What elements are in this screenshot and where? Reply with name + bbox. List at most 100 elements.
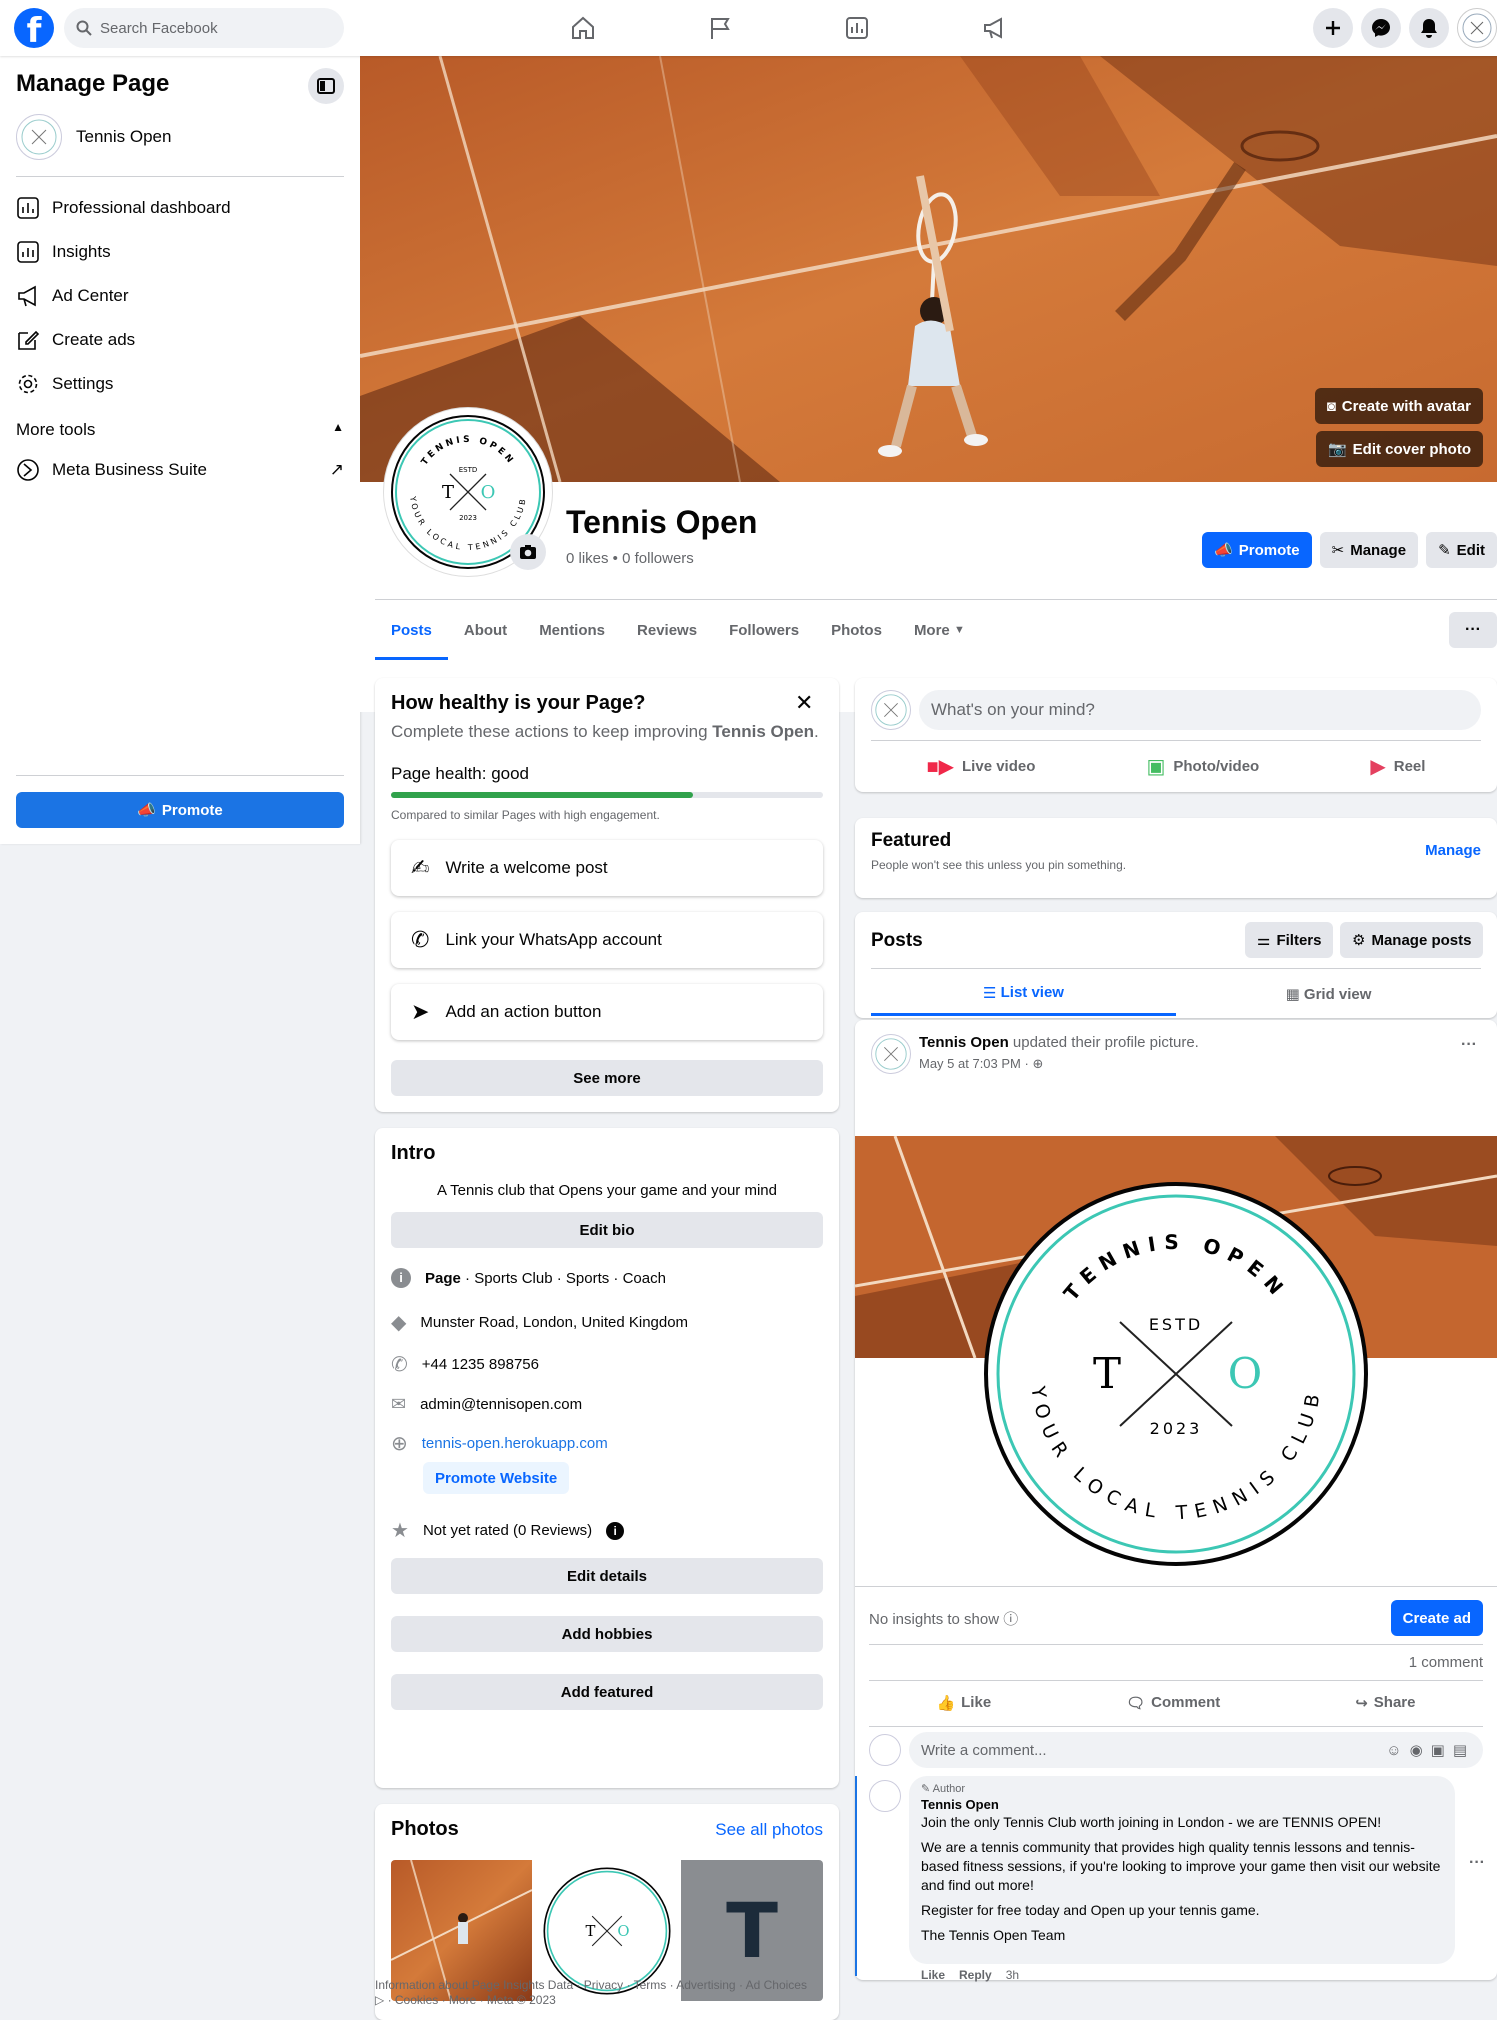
add-hobbies-button[interactable]: Add hobbies	[391, 1616, 823, 1652]
comment-options-icon[interactable]: ···	[1469, 1854, 1485, 1872]
facebook-logo-icon[interactable]: f	[14, 8, 54, 51]
website-link[interactable]: tennis-open.herokuapp.com	[422, 1435, 608, 1452]
post-author-avatar[interactable]	[871, 1034, 911, 1074]
grid-view-tab[interactable]: ▦ Grid view	[1176, 972, 1481, 1016]
close-icon[interactable]: ✕	[795, 690, 813, 716]
tab-reviews[interactable]: Reviews	[621, 600, 713, 660]
messenger-icon[interactable]	[1361, 8, 1401, 48]
commenter-avatar[interactable]	[869, 1780, 901, 1812]
post-timestamp[interactable]: May 5 at 7:03 PM · ⊕	[919, 1056, 1043, 1072]
megaphone-icon	[18, 285, 36, 307]
photo-video-button[interactable]: ▣ Photo/video	[1146, 754, 1259, 779]
comment-thread-indicator	[855, 1776, 857, 1976]
comment-emoji-icons[interactable]: ☺◉▣▤	[1386, 1741, 1483, 1759]
bell-icon[interactable]	[1409, 8, 1449, 48]
comment-input[interactable]: Write a comment... ☺◉▣▤	[909, 1732, 1483, 1768]
edit-cover-photo-button[interactable]: 📷 Edit cover photo	[1315, 431, 1483, 467]
add-featured-button[interactable]: Add featured	[391, 1674, 823, 1710]
share-button[interactable]: ↪ Share	[1355, 1694, 1415, 1712]
list-view-tab[interactable]: ☰ List view	[871, 972, 1176, 1016]
logo-letter-t: T	[442, 482, 454, 503]
edit-details-button[interactable]: Edit details	[391, 1558, 823, 1594]
intro-category: i Page · Sports Club · Sports · Coach	[391, 1268, 666, 1288]
info-icon[interactable]: ⓘ	[1003, 1611, 1018, 1628]
edit-bio-button[interactable]: Edit bio	[391, 1212, 823, 1248]
comment-like-link[interactable]: Like	[921, 1968, 945, 1982]
phone-text: +44 1235 898756	[421, 1356, 539, 1373]
page-stats: 0 likes • 0 followers	[566, 550, 694, 567]
account-avatar[interactable]	[1457, 8, 1497, 48]
see-more-button[interactable]: See more	[391, 1060, 823, 1096]
manage-posts-button[interactable]: ⚙ Manage posts	[1340, 922, 1484, 958]
promote-website-button[interactable]: Promote Website	[423, 1462, 570, 1494]
sidebar-item-meta-business-suite[interactable]: Meta Business Suite ↗	[16, 458, 344, 482]
sidebar-page-switcher[interactable]: Tennis Open	[16, 114, 171, 160]
featured-card: Featured People won't see this unless yo…	[855, 818, 1497, 898]
comment-count[interactable]: 1 comment	[1409, 1654, 1483, 1671]
megaphone-nav-icon[interactable]	[925, 0, 1062, 56]
comment-reply-link[interactable]: Reply	[959, 1968, 992, 1982]
thumbs-up-icon: 👍	[936, 1695, 956, 1712]
reel-button[interactable]: ▶ Reel	[1370, 754, 1425, 779]
chart-nav-icon[interactable]	[788, 0, 925, 56]
comment-avatar[interactable]	[869, 1734, 901, 1766]
commenter-name[interactable]: Tennis Open	[921, 1796, 1443, 1813]
post-options-icon[interactable]: ···	[1461, 1036, 1477, 1054]
caret-down-icon: ▼	[953, 624, 965, 636]
divider	[16, 775, 344, 776]
write-welcome-post-action[interactable]: ✍ Write a welcome post	[391, 840, 823, 896]
comment-button[interactable]: 🗨 Comment	[1126, 1694, 1220, 1712]
list-view-label: List view	[1000, 984, 1064, 1001]
comment-time: 3h	[1005, 1968, 1020, 1982]
plus-icon[interactable]	[1313, 8, 1353, 48]
page-title: Tennis Open	[566, 504, 758, 540]
create-with-avatar-button[interactable]: ◙ Create with avatar	[1314, 388, 1483, 424]
composer-input[interactable]: What's on your mind?	[919, 690, 1481, 730]
tab-about[interactable]: About	[448, 600, 523, 660]
edit-button[interactable]: ✎ Edit	[1426, 532, 1497, 568]
post-image[interactable]: TENNIS OPEN YOUR LOCAL TENNIS CLUB ESTD …	[855, 1136, 1497, 1584]
change-profile-picture-camera-icon[interactable]	[510, 534, 546, 570]
sidebar-item-settings[interactable]: Settings	[16, 372, 113, 396]
sidebar-item-label: Meta Business Suite	[52, 460, 207, 479]
intro-title: Intro	[391, 1142, 436, 1164]
footer-line-2[interactable]: ▷ · Cookies · More · Meta © 2023	[375, 1993, 855, 2008]
flag-nav-icon[interactable]	[651, 0, 788, 56]
tab-posts[interactable]: Posts	[375, 600, 448, 660]
sidebar-promote-button[interactable]: 📣 Promote	[16, 792, 344, 828]
sidebar-item-insights[interactable]: Insights	[16, 240, 111, 264]
tab-mentions[interactable]: Mentions	[523, 600, 621, 660]
live-video-button[interactable]: ■▶ Live video	[927, 754, 1036, 779]
add-action-button-action[interactable]: ➤ Add an action button	[391, 984, 823, 1040]
pencil-icon	[18, 330, 40, 350]
search-bar[interactable]: Search Facebook	[64, 8, 344, 48]
info-icon[interactable]: i	[606, 1521, 625, 1540]
featured-manage-link[interactable]: Manage	[1425, 842, 1481, 859]
compose-icon: ✍	[411, 855, 430, 880]
promote-button[interactable]: 📣 Promote	[1202, 532, 1312, 568]
search-input[interactable]: Search Facebook	[100, 20, 218, 37]
divider	[869, 1726, 1483, 1727]
create-ad-button[interactable]: Create ad	[1390, 1600, 1483, 1636]
tab-followers[interactable]: Followers	[713, 600, 815, 660]
post-author-name[interactable]: Tennis Open	[919, 1034, 1009, 1051]
footer-line-1[interactable]: Information about Page Insights Data · P…	[375, 1978, 855, 1993]
home-nav-icon[interactable]	[514, 0, 651, 56]
sidebar-collapse-icon[interactable]	[308, 68, 344, 104]
tabs-more-options-button[interactable]: ···	[1449, 612, 1497, 648]
sidebar-item-label: Insights	[52, 242, 111, 261]
sidebar-item-ad-center[interactable]: Ad Center	[16, 284, 129, 308]
filters-button[interactable]: ⚌ Filters	[1245, 922, 1334, 958]
comment-paragraph-1: Join the only Tennis Club worth joining …	[921, 1814, 1382, 1830]
sidebar-item-label: Create ads	[52, 330, 136, 349]
more-tools-toggle[interactable]: More tools ▲	[16, 420, 344, 440]
see-all-photos-link[interactable]: See all photos	[715, 1820, 823, 1840]
sidebar-item-create-ads[interactable]: Create ads	[16, 328, 135, 352]
like-button[interactable]: 👍 Like	[936, 1694, 991, 1712]
tab-photos[interactable]: Photos	[815, 600, 898, 660]
tab-more[interactable]: More ▼	[898, 600, 981, 660]
manage-button[interactable]: ✂ Manage	[1319, 532, 1419, 568]
link-whatsapp-action[interactable]: ✆ Link your WhatsApp account	[391, 912, 823, 968]
sidebar-item-professional-dashboard[interactable]: Professional dashboard	[16, 196, 231, 220]
intro-card: Intro A Tennis club that Opens your game…	[375, 1128, 839, 1788]
